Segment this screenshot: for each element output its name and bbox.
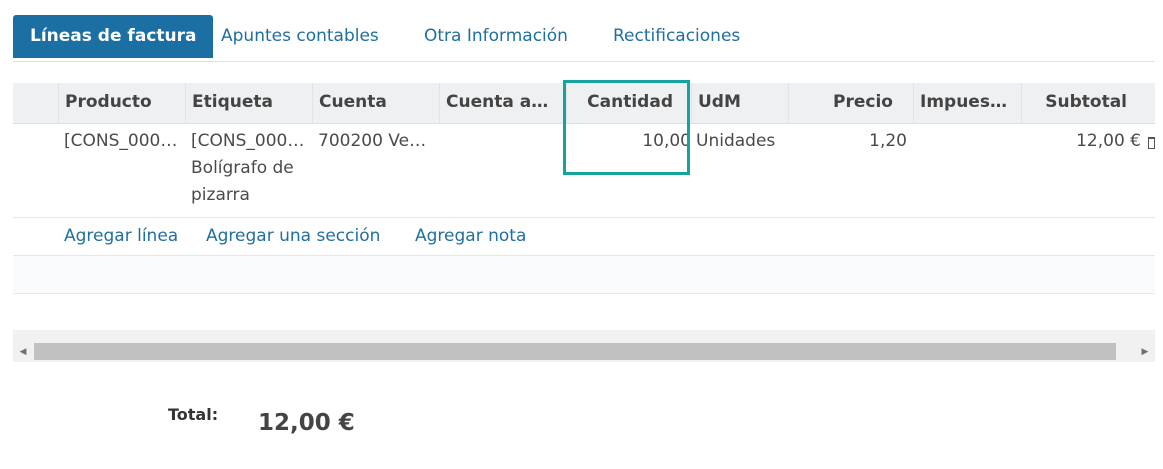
column-header-product[interactable]: Producto <box>58 83 185 123</box>
cell-label-line-1: [CONS_000… <box>191 131 305 151</box>
cell-quantity[interactable]: 10,00 <box>566 124 693 159</box>
cell-price[interactable]: 1,20 <box>788 124 913 159</box>
cell-label-line-2: Bolígrafo de <box>191 158 294 178</box>
table-header: Producto Etiqueta Cuenta Cuenta an… Cant… <box>13 83 1155 124</box>
scroll-left-arrow-icon[interactable]: ◀ <box>13 330 33 362</box>
total-amount: 12,00 € <box>258 410 355 436</box>
table-row[interactable]: [CONS_000… [CONS_000… Bolígrafo de pizar… <box>13 124 1155 218</box>
scrollbar-thumb[interactable] <box>34 343 1116 360</box>
notebook-tabs: Líneas de factura Apuntes contables Otra… <box>13 15 1155 62</box>
column-header-taxes[interactable]: Impuest… <box>913 83 1021 123</box>
tab-invoice-lines[interactable]: Líneas de factura <box>13 15 214 58</box>
horizontal-scrollbar[interactable]: ◀ ▶ <box>13 330 1155 362</box>
invoice-lines-table: Producto Etiqueta Cuenta Cuenta an… Cant… <box>13 83 1155 294</box>
add-actions-row: Agregar línea Agregar una sección Agrega… <box>13 218 1155 256</box>
cell-product[interactable]: [CONS_000… <box>58 124 185 159</box>
tab-other-info[interactable]: Otra Información <box>424 15 568 58</box>
cell-account[interactable]: 700200 Ven… <box>312 124 439 159</box>
add-note-link[interactable]: Agregar nota <box>415 218 526 255</box>
total-label: Total: <box>168 405 219 424</box>
column-header-analytic-account[interactable]: Cuenta an… <box>439 83 566 123</box>
column-header-price[interactable]: Precio <box>788 83 913 123</box>
trash-icon[interactable] <box>1148 137 1155 149</box>
scroll-right-arrow-icon[interactable]: ▶ <box>1135 330 1155 362</box>
column-header-subtotal[interactable]: Subtotal <box>1021 83 1147 123</box>
empty-row <box>13 256 1155 294</box>
column-header-label[interactable]: Etiqueta <box>185 83 312 123</box>
cell-label-line-3: pizarra <box>191 185 250 205</box>
cell-label[interactable]: [CONS_000… Bolígrafo de pizarra <box>185 124 312 213</box>
tab-journal-items[interactable]: Apuntes contables <box>221 15 379 58</box>
column-header-uom[interactable]: UdM <box>691 83 788 123</box>
add-section-link[interactable]: Agregar una sección <box>206 218 380 255</box>
add-line-link[interactable]: Agregar línea <box>64 218 178 255</box>
cell-analytic-account[interactable] <box>439 124 566 132</box>
cell-subtotal[interactable]: 12,00 € <box>1021 124 1147 159</box>
cell-taxes[interactable] <box>913 124 1021 132</box>
tab-credit-notes[interactable]: Rectificaciones <box>613 15 740 58</box>
column-header-quantity[interactable]: Cantidad <box>566 83 693 123</box>
column-header-account[interactable]: Cuenta <box>312 83 439 123</box>
cell-uom[interactable]: Unidades <box>691 124 788 159</box>
